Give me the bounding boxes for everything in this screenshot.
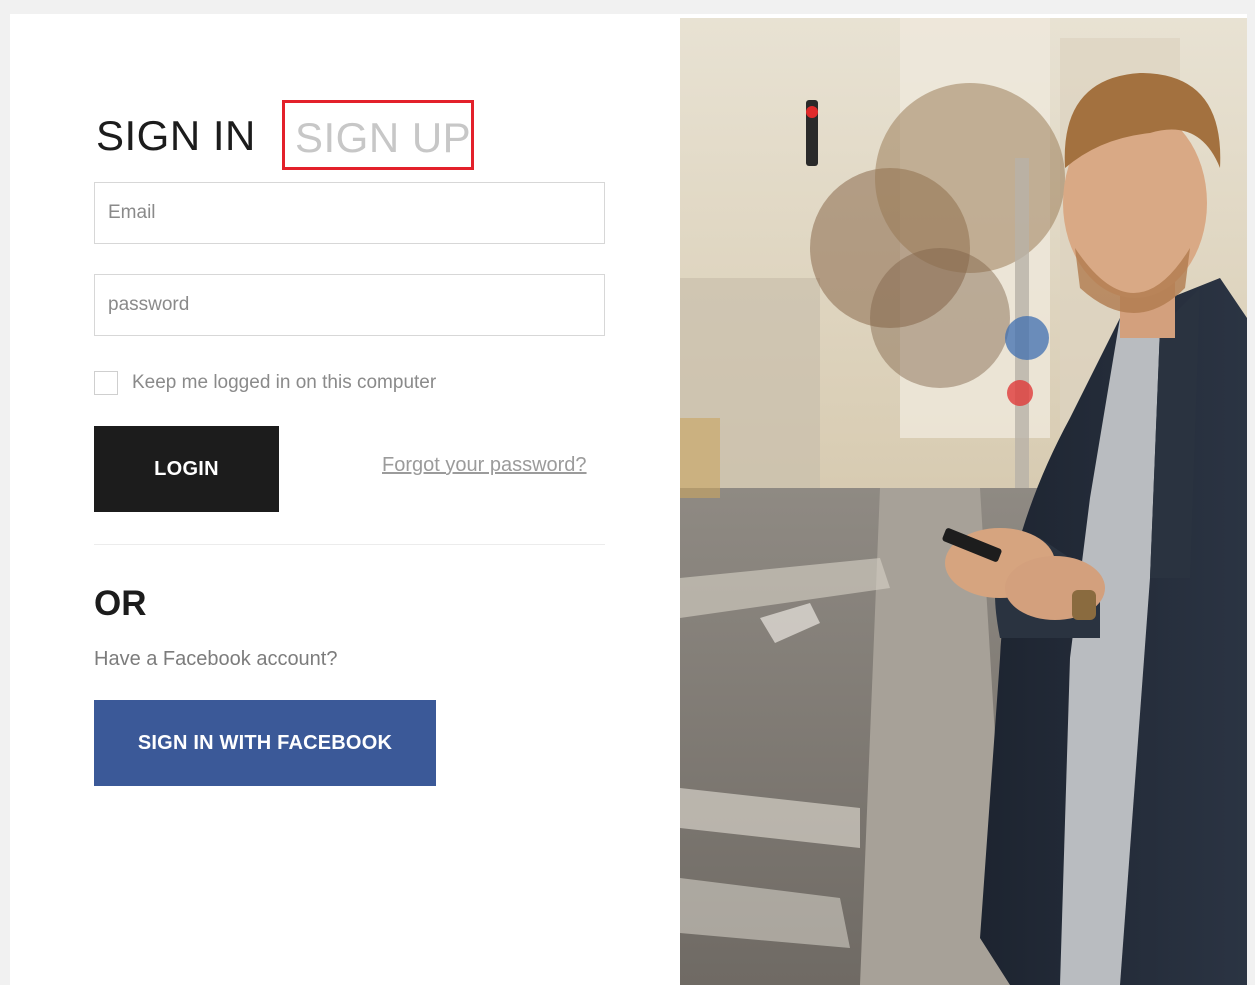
email-field[interactable] — [95, 183, 604, 243]
facebook-signin-button[interactable]: SIGN IN WITH FACEBOOK — [94, 700, 436, 786]
facebook-question: Have a Facebook account? — [94, 648, 338, 670]
sign-in-card: SIGN IN SIGN UP Keep me logged in on thi… — [10, 14, 1247, 985]
remember-checkbox[interactable] — [94, 371, 118, 395]
forgot-password-link[interactable]: Forgot your password? — [382, 454, 587, 477]
password-field-wrapper — [94, 274, 605, 336]
login-button[interactable]: LOGIN — [94, 426, 279, 512]
tab-sign-up-highlight[interactable]: SIGN UP — [282, 100, 474, 170]
tab-sign-in[interactable]: SIGN IN — [96, 112, 256, 160]
divider — [94, 544, 605, 545]
street-photo-illustration — [680, 18, 1247, 985]
or-heading: OR — [94, 584, 147, 623]
email-field-wrapper — [94, 182, 605, 244]
remember-label[interactable]: Keep me logged in on this computer — [132, 372, 436, 394]
tab-sign-up[interactable]: SIGN UP — [295, 114, 471, 162]
password-field[interactable] — [95, 275, 604, 335]
hero-photo — [680, 18, 1247, 985]
